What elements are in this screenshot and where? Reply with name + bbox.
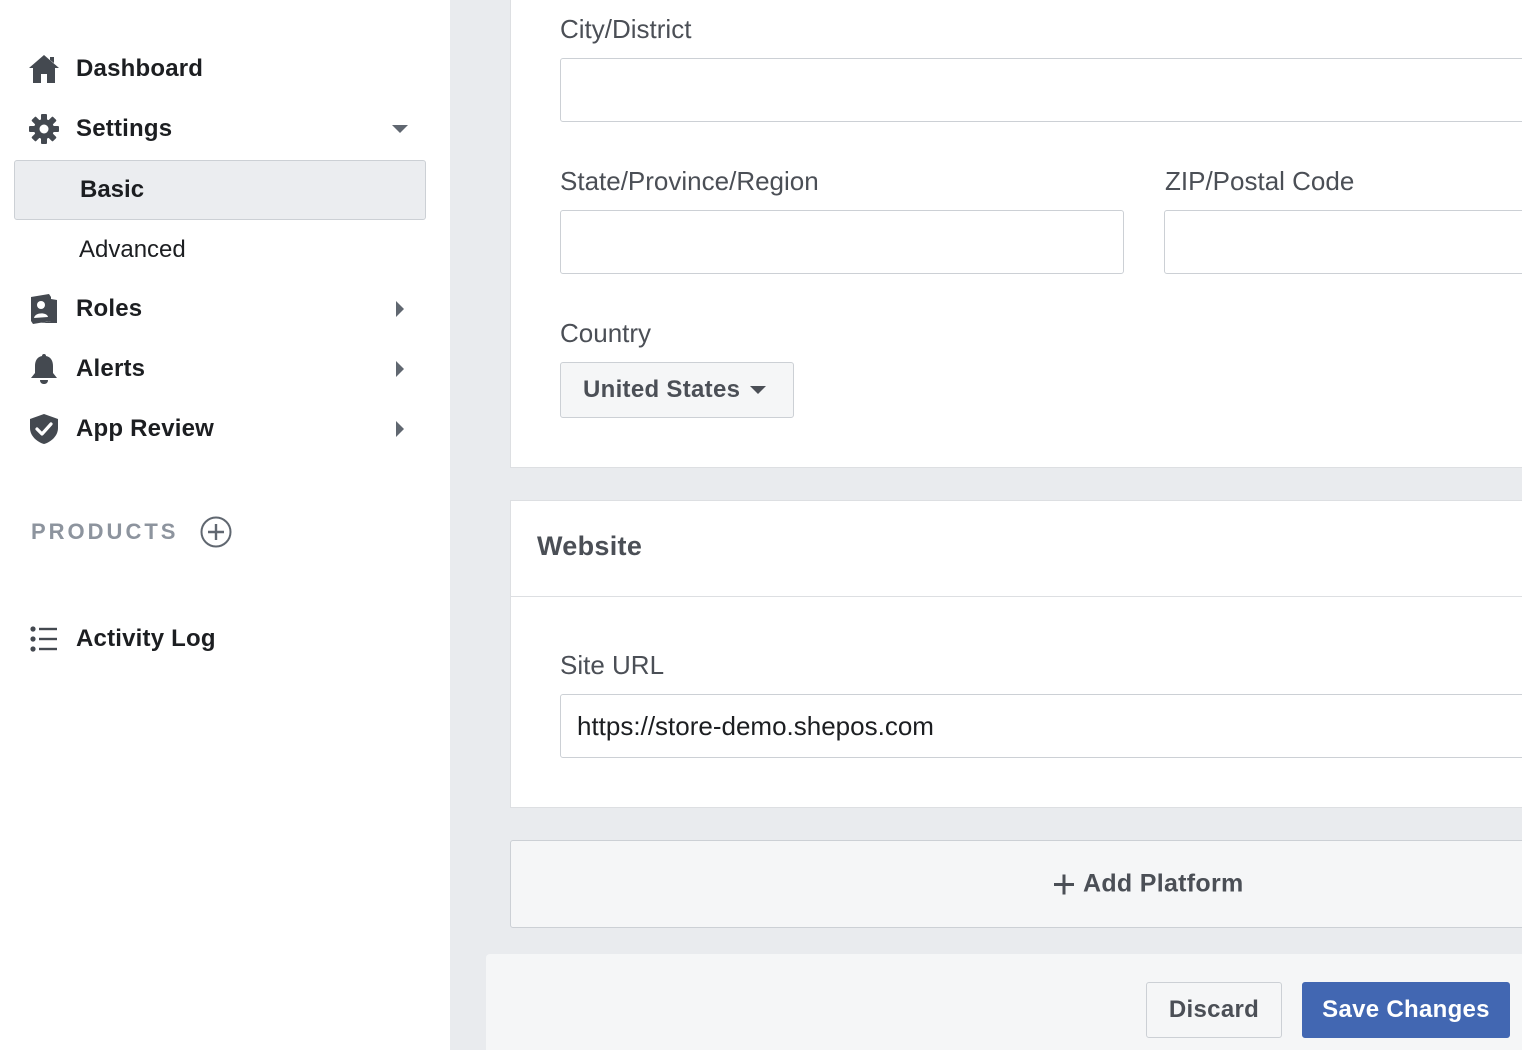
add-product-icon[interactable] bbox=[200, 516, 232, 548]
plus-icon bbox=[1053, 873, 1075, 895]
products-section-header: PRODUCTS bbox=[31, 512, 232, 552]
sidebar-item-label: Activity Log bbox=[76, 625, 216, 652]
chevron-down-icon bbox=[750, 382, 767, 398]
zip-label: ZIP/Postal Code bbox=[1165, 166, 1355, 196]
shield-check-icon bbox=[28, 413, 60, 445]
sidebar-item-app-review[interactable]: App Review bbox=[14, 400, 426, 458]
app-root: Dashboard Settings Basic Advanced Roles … bbox=[0, 0, 1522, 1050]
sidebar-item-label: App Review bbox=[76, 415, 215, 442]
sidebar-subitem-basic[interactable]: Basic bbox=[14, 160, 426, 220]
add-platform-button[interactable]: Add Platform bbox=[510, 840, 1522, 928]
country-selected-value: United States bbox=[583, 376, 741, 403]
sidebar-item-label: Roles bbox=[76, 295, 143, 322]
bell-icon bbox=[28, 353, 60, 385]
sidebar-item-roles[interactable]: Roles bbox=[14, 280, 426, 338]
state-label: State/Province/Region bbox=[560, 166, 819, 196]
products-label: PRODUCTS bbox=[31, 519, 179, 544]
caret-right-icon bbox=[392, 301, 408, 317]
roles-icon bbox=[28, 293, 60, 325]
section-divider bbox=[511, 596, 1522, 597]
sidebar-item-label: Alerts bbox=[76, 355, 146, 382]
sidebar-item-dashboard[interactable]: Dashboard bbox=[14, 40, 426, 98]
city-label: City/District bbox=[560, 14, 692, 44]
sidebar: Dashboard Settings Basic Advanced Roles … bbox=[0, 0, 450, 1050]
sidebar-item-label: Settings bbox=[76, 115, 173, 142]
save-changes-button[interactable]: Save Changes bbox=[1302, 982, 1510, 1038]
sidebar-item-settings[interactable]: Settings bbox=[14, 100, 426, 158]
site-url-input[interactable] bbox=[560, 694, 1522, 758]
discard-button[interactable]: Discard bbox=[1146, 982, 1282, 1038]
caret-right-icon bbox=[392, 361, 408, 377]
sidebar-subitem-advanced[interactable]: Advanced bbox=[14, 221, 426, 279]
home-icon bbox=[28, 53, 60, 85]
state-input[interactable] bbox=[560, 210, 1124, 274]
caret-right-icon bbox=[392, 421, 408, 437]
sidebar-item-activity-log[interactable]: Activity Log bbox=[14, 610, 426, 668]
gear-icon bbox=[28, 113, 60, 145]
website-section-title: Website bbox=[537, 531, 643, 561]
country-select[interactable]: United States bbox=[560, 362, 794, 418]
list-icon bbox=[28, 623, 60, 655]
zip-input[interactable] bbox=[1164, 210, 1522, 274]
caret-down-icon bbox=[392, 121, 408, 137]
add-platform-label: Add Platform bbox=[1083, 869, 1244, 898]
sidebar-subitem-label: Basic bbox=[80, 176, 145, 203]
sidebar-subitem-label: Advanced bbox=[79, 236, 186, 263]
sidebar-item-label: Dashboard bbox=[76, 55, 204, 82]
city-input[interactable] bbox=[560, 58, 1522, 122]
site-url-label: Site URL bbox=[560, 650, 665, 680]
sidebar-item-alerts[interactable]: Alerts bbox=[14, 340, 426, 398]
country-label: Country bbox=[560, 318, 652, 348]
